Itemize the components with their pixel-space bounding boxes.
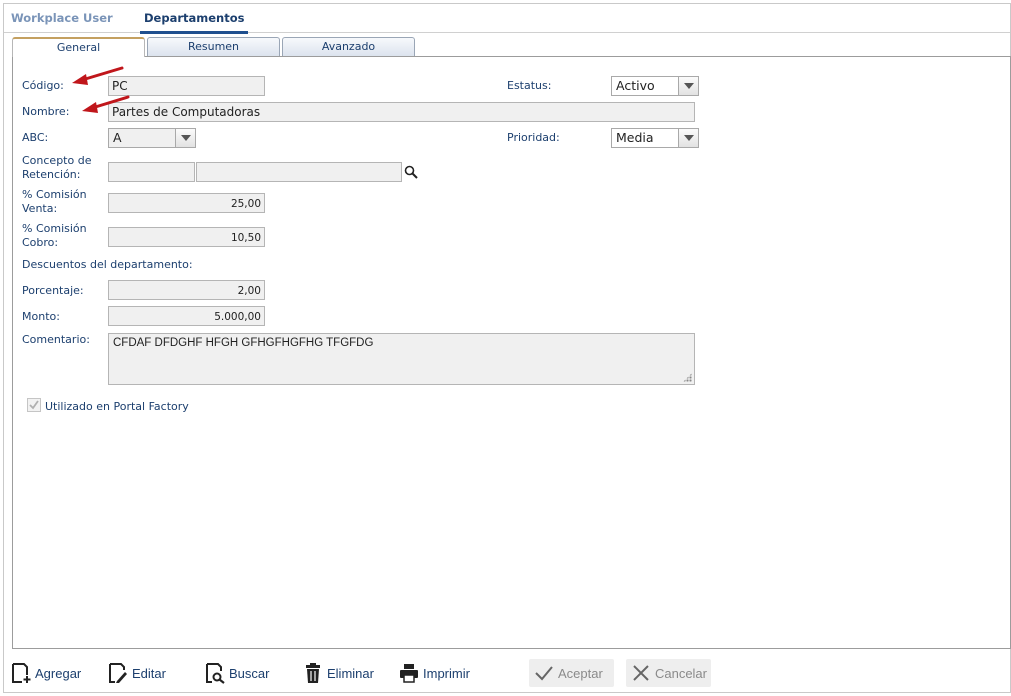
estatus-label: Estatus: — [507, 79, 552, 92]
imprimir-button[interactable]: Imprimir — [398, 659, 470, 687]
aceptar-button[interactable]: Aceptar — [529, 659, 614, 687]
imprimir-label: Imprimir — [423, 665, 470, 681]
printer-icon — [400, 664, 418, 683]
edit-icon — [109, 663, 127, 683]
agregar-label: Agregar — [35, 665, 82, 681]
prioridad-select[interactable]: Media — [611, 128, 699, 148]
buscar-label: Buscar — [229, 665, 270, 681]
porcentaje-input[interactable]: 2,00 — [108, 280, 265, 300]
chevron-down-icon[interactable] — [678, 77, 698, 95]
top-tab-bar: Workplace User Departamentos — [4, 4, 1010, 34]
aceptar-label: Aceptar — [558, 665, 603, 681]
prioridad-label: Prioridad: — [507, 131, 560, 144]
editar-button[interactable]: Editar — [107, 659, 166, 687]
concepto-code-input[interactable] — [108, 162, 195, 182]
abc-select[interactable]: A — [108, 128, 196, 148]
cancelar-button[interactable]: Cancelar — [626, 659, 711, 687]
porcentaje-label: Porcentaje: — [22, 284, 84, 297]
comision-venta-input[interactable]: 25,00 — [108, 193, 265, 213]
portal-factory-checkbox[interactable] — [27, 398, 41, 412]
agregar-button[interactable]: Agregar — [10, 659, 81, 687]
nombre-input[interactable]: Partes de Computadoras — [108, 102, 695, 122]
monto-label: Monto: — [22, 310, 60, 323]
editar-label: Editar — [132, 665, 166, 681]
comentario-textarea[interactable]: CFDAF DFDGHF HFGH GFHGFHGFHG TFGFDG — [108, 333, 695, 385]
comision-venta-label: % Comisión Venta: — [22, 188, 87, 215]
checkmark-icon — [29, 400, 39, 410]
comision-cobro-label: % Comisión Cobro: — [22, 222, 87, 249]
check-icon — [535, 666, 553, 681]
concepto-label: Concepto de Retención: — [22, 154, 92, 181]
subtab-resumen[interactable]: Resumen — [147, 37, 280, 56]
add-icon — [12, 663, 31, 683]
abc-select-value: A — [113, 130, 122, 145]
chevron-down-icon[interactable] — [678, 129, 698, 147]
annotation-arrow-icon — [82, 95, 130, 113]
x-icon — [633, 665, 649, 681]
nombre-label: Nombre: — [22, 105, 70, 118]
descuentos-heading: Descuentos del departamento: — [22, 258, 193, 271]
estatus-select[interactable]: Activo — [611, 76, 699, 96]
tab-departamentos[interactable]: Departamentos — [139, 11, 249, 34]
subtab-general[interactable]: General — [12, 37, 145, 57]
eliminar-label: Eliminar — [327, 665, 374, 681]
subtab-avanzado[interactable]: Avanzado — [282, 37, 415, 56]
portal-factory-label: Utilizado en Portal Factory — [45, 400, 189, 413]
annotation-arrow-icon — [72, 66, 124, 85]
monto-input[interactable]: 5.000,00 — [108, 306, 265, 326]
comision-cobro-input[interactable]: 10,50 — [108, 227, 265, 247]
eliminar-button[interactable]: Eliminar — [302, 659, 374, 687]
comentario-label: Comentario: — [22, 333, 90, 346]
search-doc-icon — [206, 663, 225, 684]
search-icon[interactable] — [404, 165, 418, 179]
codigo-input[interactable]: PC — [108, 76, 265, 96]
comentario-text: CFDAF DFDGHF HFGH GFHGFHGFHG TFGFDG — [113, 337, 374, 349]
concepto-desc-input[interactable] — [196, 162, 402, 182]
codigo-label: Código: — [22, 79, 64, 92]
trash-icon — [306, 663, 320, 683]
prioridad-select-value: Media — [616, 130, 654, 145]
estatus-select-value: Activo — [616, 78, 655, 93]
tab-workplace-user[interactable]: Workplace User — [11, 11, 113, 25]
resize-grip-icon[interactable] — [683, 373, 692, 382]
cancelar-label: Cancelar — [654, 665, 707, 681]
abc-label: ABC: — [22, 131, 49, 144]
buscar-button[interactable]: Buscar — [204, 659, 269, 687]
chevron-down-icon[interactable] — [175, 129, 195, 147]
